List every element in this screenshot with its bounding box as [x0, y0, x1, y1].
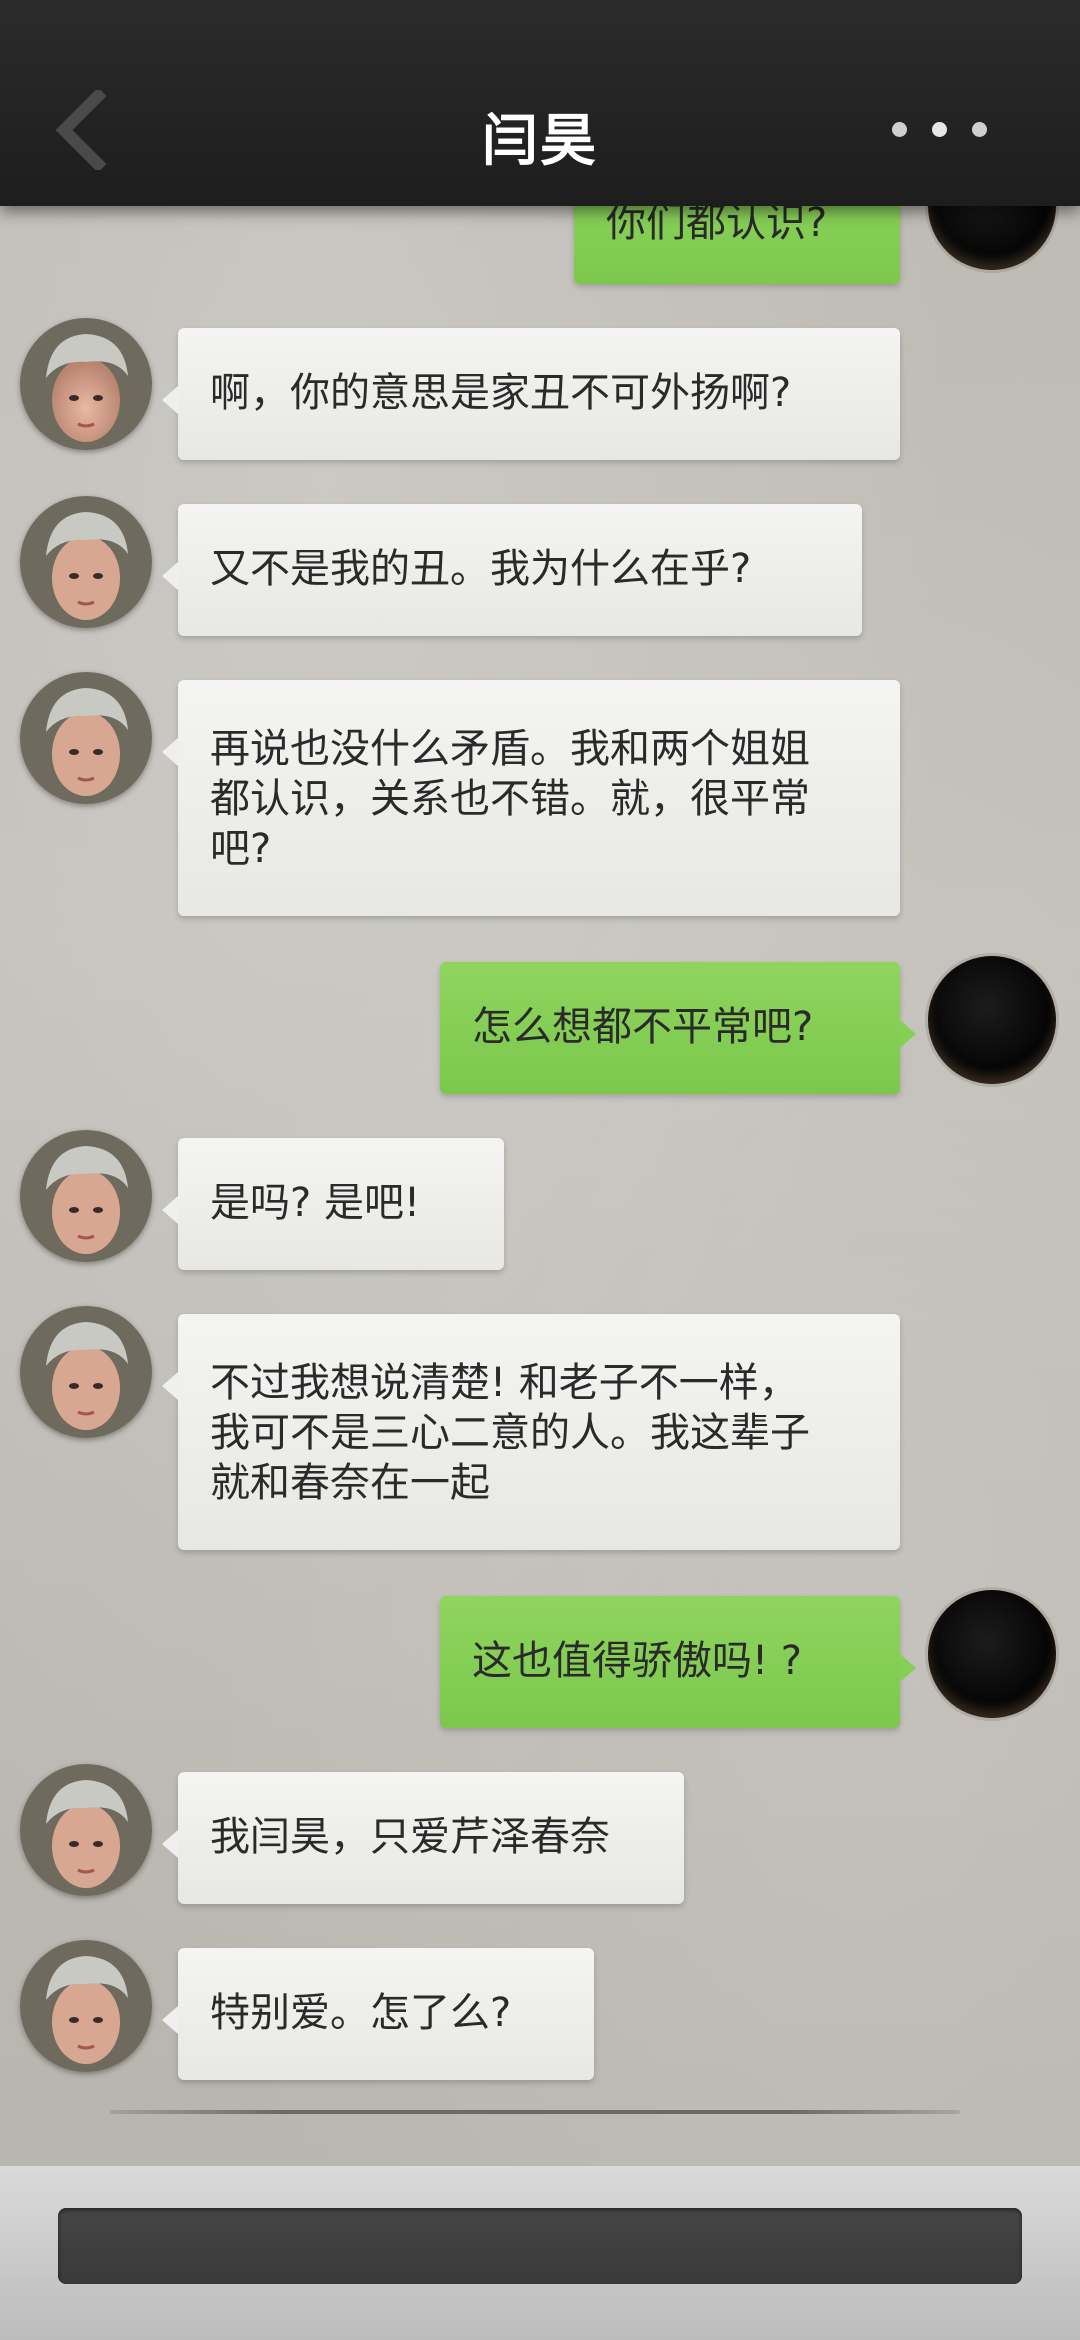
- chat-bubble-outgoing[interactable]: 这也值得骄傲吗! ?: [440, 1596, 916, 1728]
- chat-bubble-incoming[interactable]: 特别爱。怎了么?: [162, 1948, 594, 2080]
- message-text-line: 我可不是三心二意的人。我这辈子: [210, 1410, 810, 1456]
- message-text-line: 不过我想说清楚! 和老子不一样，: [210, 1360, 799, 1406]
- message-text: 这也值得骄傲吗! ?: [472, 1638, 802, 1684]
- message-text: 特别爱。怎了么?: [210, 1990, 512, 2036]
- contact-avatar[interactable]: [20, 1940, 152, 2072]
- chat-bubble-incoming[interactable]: 又不是我的丑。我为什么在乎?: [162, 504, 862, 636]
- user-avatar[interactable]: [928, 956, 1056, 1084]
- chat-bubble-outgoing[interactable]: 怎么想都不平常吧?: [440, 962, 916, 1094]
- contact-avatar[interactable]: [20, 1306, 152, 1438]
- message-text: 是吗? 是吧!: [210, 1180, 420, 1226]
- message-text-line: 再说也没什么矛盾。我和两个姐姐: [210, 726, 810, 772]
- more-dots-icon[interactable]: [892, 120, 1002, 140]
- chat-bubble-incoming[interactable]: 不过我想说清楚! 和老子不一样， 我可不是三心二意的人。我这辈子 就和春奈在一起: [162, 1314, 900, 1550]
- message-text-line: 就和春奈在一起: [210, 1460, 490, 1506]
- contact-avatar[interactable]: [20, 496, 152, 628]
- user-avatar[interactable]: [928, 1590, 1056, 1718]
- contact-avatar[interactable]: [20, 1130, 152, 1262]
- chat-area[interactable]: 你们都认识? 啊，你的意思是家丑不可外扬啊? 又不是我的丑。我为什么在乎? 再说…: [0, 0, 1080, 2340]
- contact-avatar[interactable]: [20, 672, 152, 804]
- chat-end-divider: [110, 2110, 960, 2114]
- top-bar: 闫昊: [0, 0, 1080, 206]
- contact-avatar[interactable]: [20, 318, 152, 450]
- message-input-bar[interactable]: [58, 2208, 1022, 2284]
- message-text: 怎么想都不平常吧?: [472, 1004, 814, 1050]
- message-text: 啊，你的意思是家丑不可外扬啊?: [210, 370, 792, 416]
- message-text: 又不是我的丑。我为什么在乎?: [210, 546, 752, 592]
- chat-bubble-incoming[interactable]: 再说也没什么矛盾。我和两个姐姐 都认识，关系也不错。就，很平常 吧?: [162, 680, 900, 916]
- message-text-line: 吧?: [210, 826, 272, 872]
- contact-avatar[interactable]: [20, 1764, 152, 1896]
- message-text: 我闫昊，只爱芹泽春奈: [210, 1814, 610, 1860]
- message-text-line: 都认识，关系也不错。就，很平常: [210, 776, 810, 822]
- chat-bubble-incoming[interactable]: 我闫昊，只爱芹泽春奈: [162, 1772, 684, 1904]
- chat-bubble-incoming[interactable]: 啊，你的意思是家丑不可外扬啊?: [162, 328, 900, 460]
- chat-bubble-incoming[interactable]: 是吗? 是吧!: [162, 1138, 504, 1270]
